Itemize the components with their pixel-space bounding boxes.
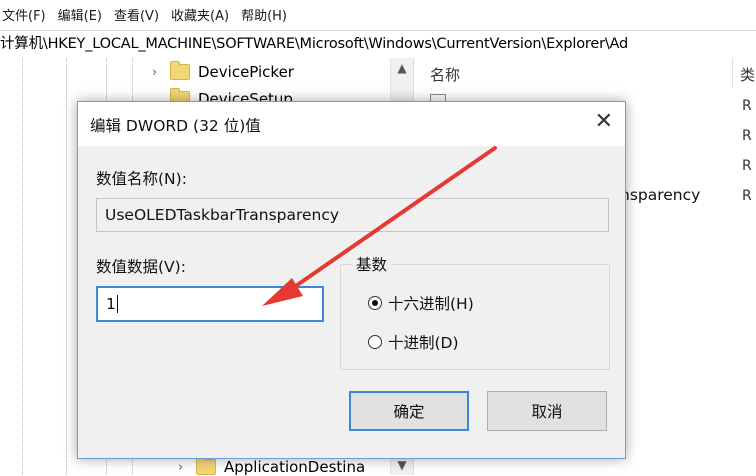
value-name-partial[interactable]: nsparency — [620, 186, 700, 204]
dialog-title: 编辑 DWORD (32 位)值 — [90, 117, 261, 135]
tree-item-label: DevicePicker — [198, 63, 294, 81]
cancel-button[interactable]: 取消 — [487, 391, 607, 431]
radio-dec-label: 十进制(D) — [388, 334, 459, 352]
name-column-header[interactable]: 名称 — [430, 64, 460, 85]
text-caret — [116, 295, 118, 313]
dialog-titlebar[interactable]: 编辑 DWORD (32 位)值 ✕ — [78, 102, 625, 146]
radio-dec[interactable]: 十进制(D) — [368, 331, 459, 353]
type-column-header[interactable]: 类 — [740, 64, 755, 85]
radio-hex[interactable]: 十六进制(H) — [368, 292, 474, 314]
value-name-text: UseOLEDTaskbarTransparency — [105, 206, 340, 224]
close-icon[interactable]: ✕ — [595, 109, 613, 134]
menu-file[interactable]: 文件(F) — [0, 5, 56, 24]
menu-bar: 文件(F) 编辑(E) 查看(V) 收藏夹(A) 帮助(H) — [0, 0, 756, 28]
tree-item-label: ApplicationDestina — [224, 458, 366, 476]
menu-view[interactable]: 查看(V) — [112, 5, 169, 24]
value-name-field[interactable]: UseOLEDTaskbarTransparency — [96, 198, 609, 232]
radio-button-selected[interactable] — [368, 296, 382, 310]
tree-item-applicationdestinations[interactable]: › ApplicationDestina — [178, 456, 366, 476]
menu-edit[interactable]: 编辑(E) — [56, 5, 112, 24]
chevron-right-icon[interactable]: › — [152, 65, 170, 80]
address-bar[interactable]: 计算机\HKEY_LOCAL_MACHINE\SOFTWARE\Microsof… — [0, 30, 756, 59]
value-data-label: 数值数据(V): — [96, 258, 186, 276]
folder-icon — [196, 456, 216, 475]
chevron-right-icon[interactable]: › — [178, 460, 196, 475]
menu-favorites[interactable]: 收藏夹(A) — [169, 5, 239, 24]
folder-icon — [170, 61, 190, 80]
scroll-up-icon[interactable]: ▲ — [391, 58, 413, 78]
base-group-title: 基数 — [352, 253, 392, 275]
radio-button[interactable] — [368, 335, 382, 349]
address-path: 计算机\HKEY_LOCAL_MACHINE\SOFTWARE\Microsof… — [0, 36, 629, 52]
value-data-text: 1 — [106, 295, 116, 313]
value-name-label: 数值名称(N): — [96, 170, 187, 188]
tree-guide-line — [66, 58, 67, 475]
type-cell: R — [742, 128, 752, 144]
tree-item-devicepicker[interactable]: › DevicePicker — [152, 61, 294, 81]
radio-hex-label: 十六进制(H) — [388, 295, 474, 313]
type-cell: R — [742, 158, 752, 174]
ok-button[interactable]: 确定 — [349, 391, 469, 431]
base-groupbox — [340, 264, 610, 370]
edit-dword-dialog: 编辑 DWORD (32 位)值 ✕ 数值名称(N): UseOLEDTaskb… — [77, 101, 626, 459]
type-cell: R — [742, 98, 752, 114]
type-cell: R — [742, 188, 752, 204]
tree-guide-line — [22, 58, 23, 475]
column-divider[interactable] — [732, 58, 733, 88]
menu-help[interactable]: 帮助(H) — [239, 5, 297, 24]
value-data-input[interactable]: 1 — [96, 286, 324, 322]
